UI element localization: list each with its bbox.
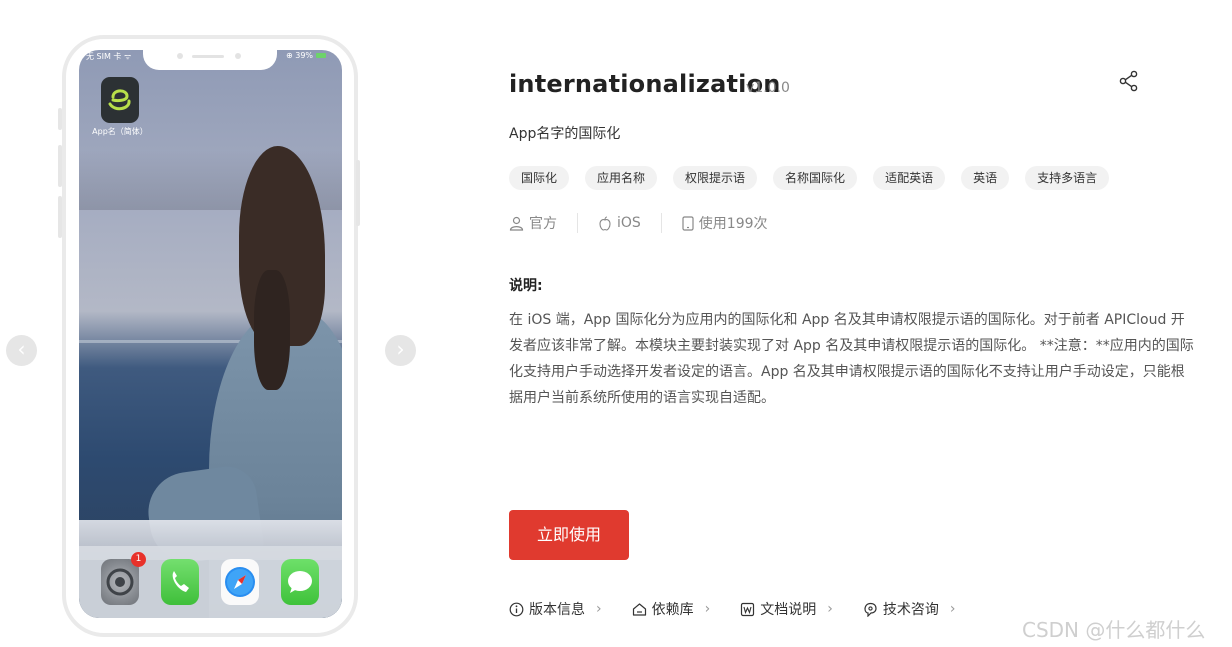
link-documentation[interactable]: 文档说明 › (740, 599, 833, 619)
battery-icon (315, 53, 326, 58)
notification-badge: 1 (131, 552, 146, 567)
notch-speaker (192, 55, 224, 58)
link-dependencies[interactable]: 依赖库 › (632, 599, 711, 619)
notch-camera (235, 53, 241, 59)
support-icon (864, 602, 877, 617)
phone-volume-down (58, 196, 62, 238)
tag[interactable]: 适配英语 (873, 166, 946, 190)
carousel-next-button[interactable]: › (385, 335, 416, 366)
phone-volume-up (58, 145, 62, 187)
document-icon (741, 602, 755, 616)
app-label: App名（简体） (92, 127, 148, 136)
chevron-right-icon: › (949, 601, 956, 617)
notch-sensor (177, 53, 183, 59)
chevron-right-icon: › (596, 601, 602, 617)
share-button[interactable] (1118, 70, 1140, 92)
meta-divider (577, 213, 578, 233)
tag[interactable]: 应用名称 (585, 166, 658, 190)
home-icon (632, 602, 646, 616)
safari-app-icon (221, 559, 259, 605)
meta-platform: iOS (598, 215, 641, 231)
link-version-info[interactable]: 版本信息 › (509, 599, 602, 619)
module-version: v1.0.0 (746, 80, 790, 96)
use-now-button[interactable]: 立即使用 (509, 510, 629, 560)
chevron-right-icon: › (704, 601, 711, 617)
module-title: internationalization (509, 70, 781, 98)
meta-author-text: 官方 (529, 216, 557, 232)
app-logo-icon (108, 89, 131, 111)
module-subtitle: App名字的国际化 (509, 126, 621, 142)
settings-app-icon (101, 559, 139, 605)
meta-usage-text: 使用199次 (698, 216, 768, 232)
info-icon (509, 602, 524, 616)
tag[interactable]: 国际化 (509, 166, 570, 190)
module-meta: 官方 iOS 使用199次 (509, 213, 768, 233)
link-tech-support[interactable]: 技术咨询 › (863, 599, 956, 619)
meta-usage: 使用199次 (682, 213, 768, 233)
meta-divider (660, 213, 662, 233)
tag[interactable]: 权限提示语 (673, 166, 758, 190)
user-icon (509, 216, 524, 231)
device-icon (682, 215, 694, 231)
phone-app-icon (161, 559, 199, 605)
phone-power-button (356, 160, 360, 226)
tag[interactable]: 名称国际化 (773, 166, 858, 190)
carousel-prev-button[interactable]: ‹ (6, 335, 37, 366)
status-battery: ⊕ 39% (286, 51, 326, 60)
chevron-right-icon: › (827, 601, 833, 617)
tag-list: 国际化 应用名称 权限提示语 名称国际化 适配英语 英语 支持多语言 (509, 166, 1110, 190)
watermark: CSDN @什么都什么 (1022, 618, 1206, 642)
link-version-info-label: 版本信息 (529, 602, 585, 618)
phone-mute-switch (58, 108, 62, 130)
link-tech-support-label: 技术咨询 (882, 602, 939, 618)
chevron-right-icon: › (396, 337, 405, 361)
share-icon (1119, 70, 1138, 92)
chevron-left-icon: ‹ (17, 337, 26, 361)
link-documentation-label: 文档说明 (760, 602, 817, 618)
meta-author: 官方 (509, 213, 557, 233)
app-icon (101, 77, 139, 123)
status-carrier: 无 SIM 卡 ᯤ (86, 52, 132, 61)
description-title: 说明: (509, 278, 543, 294)
tag[interactable]: 英语 (961, 166, 1010, 190)
module-links: 版本信息 › 依赖库 › 文档说明 › 技术咨询 › (509, 599, 955, 619)
description-text: 在 iOS 端，App 国际化分为应用内的国际化和 App 名及其申请权限提示语… (509, 312, 1194, 406)
meta-platform-text: iOS (617, 215, 641, 231)
apple-icon (599, 215, 611, 231)
messages-app-icon (281, 559, 319, 605)
tag[interactable]: 支持多语言 (1025, 166, 1110, 190)
link-dependencies-label: 依赖库 (651, 602, 694, 618)
